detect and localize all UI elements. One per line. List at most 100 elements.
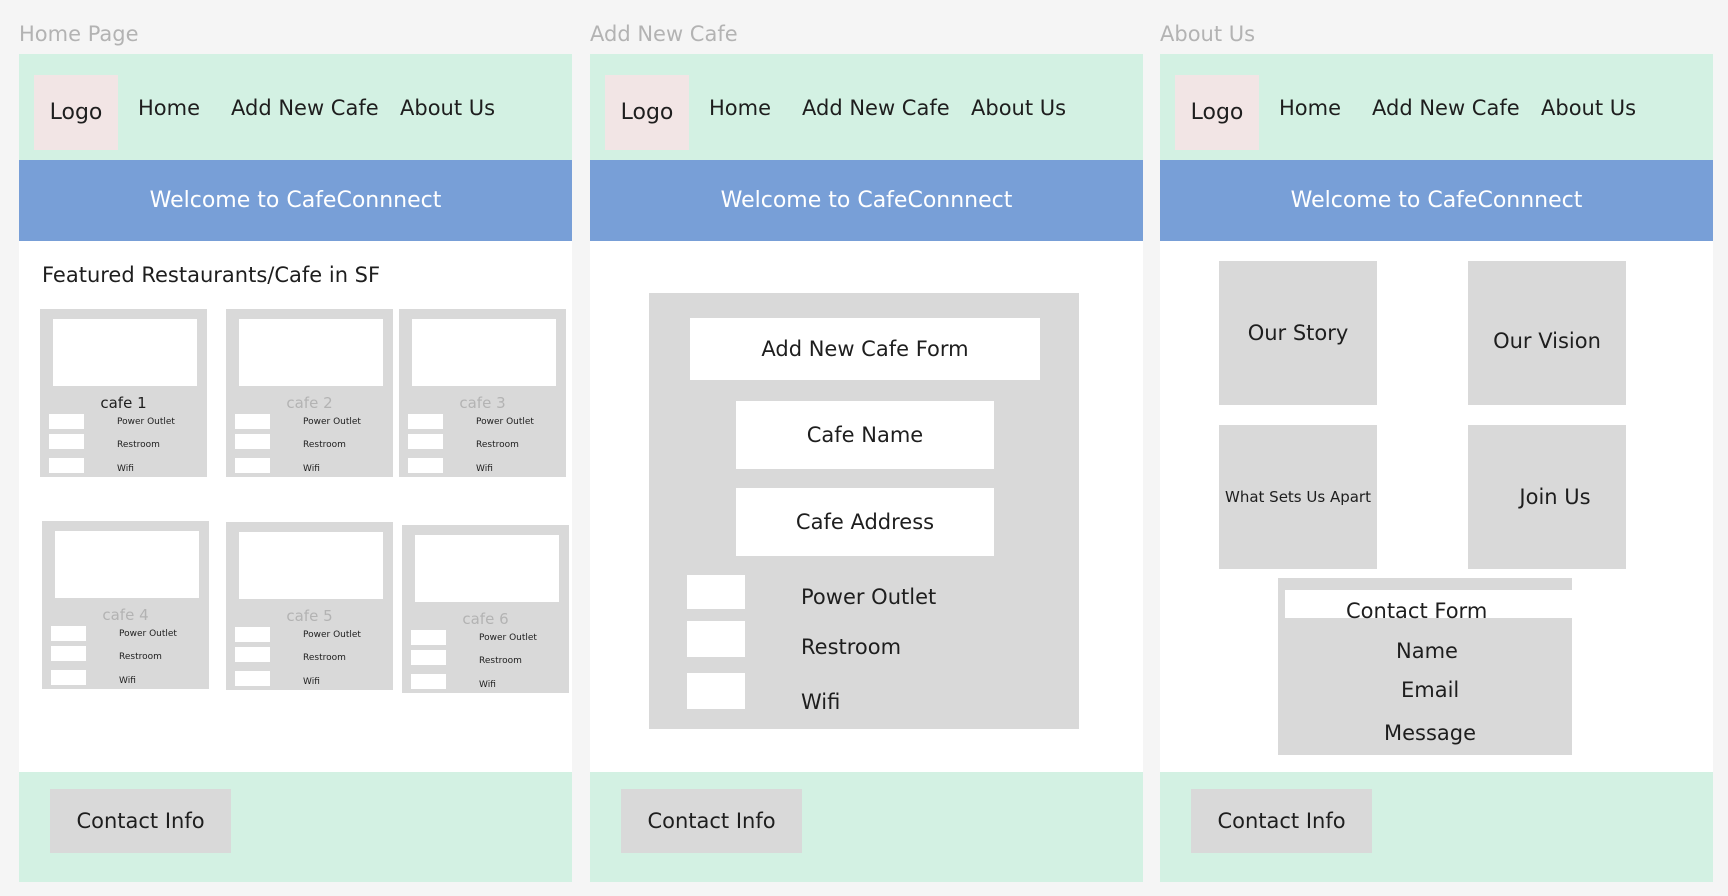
amenity-label-wifi: Wifi (303, 677, 320, 687)
amenity-label-restroom: Restroom (303, 440, 346, 450)
nav-link-add-new-cafe[interactable]: Add New Cafe (802, 96, 950, 120)
frame-label-home-page: Home Page (19, 22, 139, 46)
restroom-checkbox[interactable] (408, 434, 443, 449)
frame-label-about-us: About Us (1160, 22, 1256, 46)
amenity-label-power-outlet: Power Outlet (476, 417, 534, 427)
nav-link-about-us[interactable]: About Us (1541, 96, 1636, 120)
amenity-label-restroom: Restroom (479, 656, 522, 666)
nav-link-about-us[interactable]: About Us (400, 96, 495, 120)
contact-form: Contact Form Name Email Message (1278, 578, 1572, 755)
cafe-image-placeholder (415, 535, 559, 602)
home-page-frame: Logo Home Add New Cafe About Us Welcome … (19, 54, 572, 882)
add-cafe-form: Add New Cafe Form Cafe Name Cafe Address… (649, 293, 1079, 729)
about-us-frame: Logo Home Add New Cafe About Us Welcome … (1160, 54, 1713, 882)
nav-link-add-new-cafe[interactable]: Add New Cafe (1372, 96, 1520, 120)
wifi-checkbox[interactable] (411, 674, 446, 689)
contact-info-button[interactable]: Contact Info (50, 789, 231, 853)
wifi-checkbox[interactable] (408, 458, 443, 473)
amenity-label-power-outlet: Power Outlet (303, 630, 361, 640)
amenity-label-power-outlet: Power Outlet (303, 417, 361, 427)
cafe-card-5[interactable]: cafe 5 Power Outlet Restroom Wifi (226, 522, 393, 690)
cafe-image-placeholder (53, 319, 197, 386)
nav-link-home[interactable]: Home (709, 96, 771, 120)
amenity-label-wifi: Wifi (476, 464, 493, 474)
wifi-checkbox[interactable] (51, 670, 86, 685)
logo[interactable]: Logo (1175, 75, 1259, 150)
contact-info-button[interactable]: Contact Info (1191, 789, 1372, 853)
welcome-banner: Welcome to CafeConnnect (1160, 160, 1713, 241)
footer: Contact Info (590, 772, 1143, 882)
restroom-checkbox[interactable] (235, 434, 270, 449)
amenity-label-power-outlet: Power Outlet (479, 633, 537, 643)
cafe-name-input[interactable]: Cafe Name (736, 401, 994, 469)
our-story-tile[interactable]: Our Story (1219, 261, 1377, 405)
restroom-label: Restroom (801, 635, 902, 659)
amenity-label-power-outlet: Power Outlet (119, 629, 177, 639)
restroom-checkbox[interactable] (49, 434, 84, 449)
amenity-label-restroom: Restroom (117, 440, 160, 450)
join-us-tile[interactable]: Join Us (1468, 425, 1626, 569)
section-title: Featured Restaurants/Cafe in SF (42, 263, 381, 287)
amenity-label-wifi: Wifi (479, 680, 496, 690)
navbar: Logo Home Add New Cafe About Us (590, 54, 1143, 160)
contact-form-title: Contact Form (1346, 599, 1488, 623)
cafe-name: cafe 5 (286, 607, 333, 625)
welcome-banner: Welcome to CafeConnnect (590, 160, 1143, 241)
restroom-checkbox[interactable] (51, 646, 86, 661)
power-outlet-checkbox[interactable] (235, 414, 270, 429)
cafe-card-4[interactable]: cafe 4 Power Outlet Restroom Wifi (42, 521, 209, 689)
contact-info-button[interactable]: Contact Info (621, 789, 802, 853)
welcome-banner: Welcome to CafeConnnect (19, 160, 572, 241)
cafe-image-placeholder (239, 532, 383, 599)
logo[interactable]: Logo (605, 75, 689, 150)
wifi-checkbox[interactable] (235, 458, 270, 473)
nav-link-home[interactable]: Home (1279, 96, 1341, 120)
wifi-checkbox[interactable] (49, 458, 84, 473)
add-new-cafe-frame: Logo Home Add New Cafe About Us Welcome … (590, 54, 1143, 882)
cafe-image-placeholder (412, 319, 556, 386)
wifi-checkbox[interactable] (687, 673, 745, 709)
message-field[interactable]: Message (1384, 720, 1476, 746)
form-title: Add New Cafe Form (690, 318, 1040, 380)
cafe-card-3[interactable]: cafe 3 Power Outlet Restroom Wifi (399, 309, 566, 477)
power-outlet-checkbox[interactable] (408, 414, 443, 429)
cafe-image-placeholder (239, 319, 383, 386)
amenity-label-wifi: Wifi (119, 676, 136, 686)
amenity-label-wifi: Wifi (117, 464, 134, 474)
power-outlet-checkbox[interactable] (49, 414, 84, 429)
cafe-card-1[interactable]: cafe 1 Power Outlet Restroom Wifi (40, 309, 207, 477)
footer: Contact Info (1160, 772, 1713, 882)
power-outlet-checkbox[interactable] (687, 575, 745, 609)
cafe-card-2[interactable]: cafe 2 Power Outlet Restroom Wifi (226, 309, 393, 477)
footer: Contact Info (19, 772, 572, 882)
nav-link-add-new-cafe[interactable]: Add New Cafe (231, 96, 379, 120)
power-outlet-checkbox[interactable] (411, 630, 446, 645)
name-field[interactable]: Name (1396, 638, 1458, 664)
logo[interactable]: Logo (34, 75, 118, 150)
restroom-checkbox[interactable] (687, 621, 745, 657)
cafe-name: cafe 2 (286, 394, 333, 412)
what-sets-us-apart-tile[interactable]: What Sets Us Apart (1219, 425, 1377, 569)
email-field[interactable]: Email (1401, 677, 1459, 703)
restroom-checkbox[interactable] (235, 647, 270, 662)
amenity-label-power-outlet: Power Outlet (117, 417, 175, 427)
cafe-image-placeholder (55, 531, 199, 598)
power-outlet-checkbox[interactable] (235, 627, 270, 642)
cafe-name: cafe 3 (459, 394, 506, 412)
frame-label-add-new-cafe: Add New Cafe (590, 22, 738, 46)
our-vision-tile[interactable]: Our Vision (1468, 261, 1626, 405)
nav-link-home[interactable]: Home (138, 96, 200, 120)
cafe-name: cafe 6 (462, 610, 509, 628)
cafe-address-input[interactable]: Cafe Address (736, 488, 994, 556)
cafe-name: cafe 1 (100, 394, 147, 412)
restroom-checkbox[interactable] (411, 650, 446, 665)
cafe-name: cafe 4 (102, 606, 149, 624)
cafe-card-6[interactable]: cafe 6 Power Outlet Restroom Wifi (402, 525, 569, 693)
power-outlet-checkbox[interactable] (51, 626, 86, 641)
wifi-checkbox[interactable] (235, 671, 270, 686)
amenity-label-restroom: Restroom (476, 440, 519, 450)
amenity-label-restroom: Restroom (303, 653, 346, 663)
amenity-label-restroom: Restroom (119, 652, 162, 662)
navbar: Logo Home Add New Cafe About Us (1160, 54, 1713, 160)
nav-link-about-us[interactable]: About Us (971, 96, 1066, 120)
